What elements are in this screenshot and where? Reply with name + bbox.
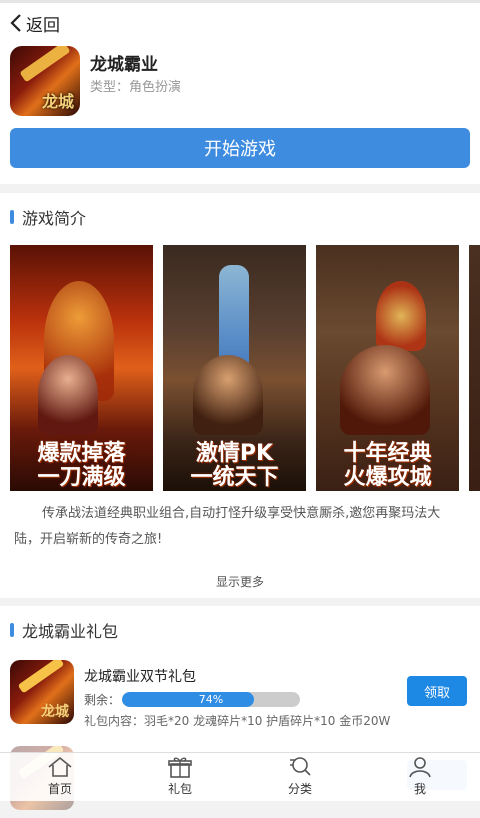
tab-me-label: 我 xyxy=(413,782,426,796)
show-more-link[interactable]: 显示更多 xyxy=(0,573,480,590)
chevron-left-icon xyxy=(10,14,21,32)
search-icon xyxy=(290,757,311,776)
gifts-heading: 龙城霸业礼包 xyxy=(10,618,118,642)
app-header: 龙城 龙城霸业 类型：角色扮演 开始游戏 xyxy=(0,42,480,184)
intro-heading: 游戏简介 xyxy=(10,205,86,229)
remain-label: 剩余： xyxy=(84,693,121,707)
back-button[interactable]: 返回 xyxy=(10,9,60,37)
gift-name: 龙城霸业双节礼包 xyxy=(84,669,196,685)
tab-category[interactable]: 分类 xyxy=(240,753,360,801)
gift-icon-text: 龙城 xyxy=(41,704,69,720)
screenshot-4-partial[interactable] xyxy=(469,245,480,491)
section-marker xyxy=(10,623,14,637)
app-icon: 龙城 xyxy=(10,46,80,116)
screenshot-carousel[interactable]: 爆款掉落 一刀满级 激情PK 一统天下 十年经典 火爆攻城 xyxy=(10,245,480,491)
back-label: 返回 xyxy=(26,15,60,36)
home-icon xyxy=(48,756,72,777)
screenshot-2[interactable]: 激情PK 一统天下 xyxy=(163,245,306,491)
screenshot-caption: 火爆攻城 xyxy=(343,465,432,490)
section-marker xyxy=(10,210,14,224)
top-bar: 返回 xyxy=(0,0,480,42)
tab-gift-label: 礼包 xyxy=(167,782,192,796)
screenshot-caption: 一统天下 xyxy=(190,465,279,490)
screenshot-3[interactable]: 十年经典 火爆攻城 xyxy=(316,245,459,491)
screenshot-caption: 一刀满级 xyxy=(37,465,126,490)
progress-bar: 74% xyxy=(122,692,301,707)
intro-section: 游戏简介 爆款掉落 一刀满级 激情PK 一统天下 十年经典 火爆攻城 传承战法道… xyxy=(0,193,480,598)
intro-heading-text: 游戏简介 xyxy=(22,209,87,228)
gift-item: 龙城 龙城霸业双节礼包 剩余： 74% 礼包内容：羽毛*20 龙魂碎片*10 护… xyxy=(0,652,480,732)
app-icon-text: 龙城 xyxy=(41,92,74,111)
bottom-tab-bar: 首页 礼包 分类 我 xyxy=(0,752,480,801)
tab-gift[interactable]: 礼包 xyxy=(120,753,240,801)
tab-me[interactable]: 我 xyxy=(360,753,480,801)
start-game-button[interactable]: 开始游戏 xyxy=(10,128,470,168)
user-icon xyxy=(409,757,431,778)
gift-icon xyxy=(168,757,192,778)
app-title: 龙城霸业 xyxy=(90,55,158,75)
gifts-heading-text: 龙城霸业礼包 xyxy=(22,622,119,641)
progress-text: 74% xyxy=(198,693,224,706)
gift-content: 礼包内容：羽毛*20 龙魂碎片*10 护盾碎片*10 金币20W xyxy=(84,714,391,728)
game-description: 传承战法道经典职业组合,自动打怪升级享受快意厮杀,邀您再聚玛法大陆，开启崭新的传… xyxy=(14,506,441,547)
app-type: 类型：角色扮演 xyxy=(90,80,182,95)
tab-home-label: 首页 xyxy=(47,782,72,796)
gift-remaining: 剩余： 74% xyxy=(84,691,301,708)
screenshot-1[interactable]: 爆款掉落 一刀满级 xyxy=(10,245,153,491)
tab-home[interactable]: 首页 xyxy=(0,753,120,801)
claim-button[interactable]: 领取 xyxy=(407,676,467,706)
gift-app-icon: 龙城 xyxy=(10,660,74,724)
tab-category-label: 分类 xyxy=(287,782,312,796)
